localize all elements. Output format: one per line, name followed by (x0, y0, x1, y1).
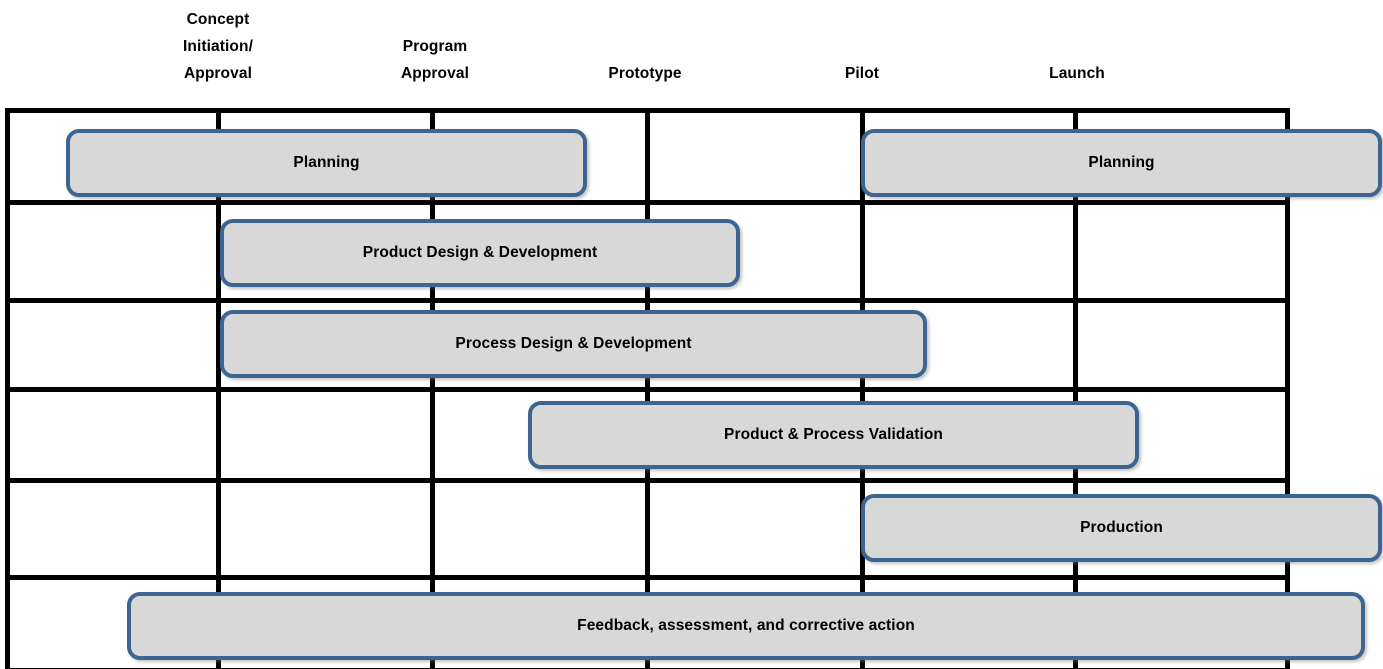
milestone-label: Prototype (608, 65, 682, 82)
milestone-label: Program Approval (401, 38, 469, 82)
phase-bar-label: Feedback, assessment, and corrective act… (577, 617, 915, 634)
phase-bar-label: Product Design & Development (362, 244, 598, 261)
phase-bar[interactable]: Planning (861, 129, 1382, 197)
phase-bar[interactable]: Process Design & Development (220, 310, 927, 378)
grid-row-line (5, 575, 1290, 580)
phase-bar[interactable]: Product Design & Development (220, 219, 740, 287)
milestone-label: Concept Initiation/ Approval (183, 11, 253, 82)
milestone-label: Pilot (844, 65, 880, 82)
phase-bar[interactable]: Production (861, 494, 1382, 562)
apqp-timing-chart: Concept Initiation/ Approval Program Appr… (0, 0, 1383, 669)
phase-bar-label: Production (1080, 519, 1163, 536)
grid-row-line (5, 200, 1290, 205)
phase-bar-label: Planning (1088, 154, 1155, 171)
phase-bar[interactable]: Planning (66, 129, 587, 197)
grid-row-line (5, 298, 1290, 303)
phase-bar-label: Product & Process Validation (724, 426, 943, 443)
grid-row-line (5, 108, 1290, 113)
milestone-label: Launch (1049, 65, 1105, 82)
grid-row-line (5, 478, 1290, 483)
phase-bar[interactable]: Feedback, assessment, and corrective act… (127, 592, 1365, 660)
phase-bar-label: Planning (293, 154, 360, 171)
grid-row-line (5, 387, 1290, 392)
phase-bar-label: Process Design & Development (455, 335, 692, 352)
phase-bar[interactable]: Product & Process Validation (528, 401, 1139, 469)
